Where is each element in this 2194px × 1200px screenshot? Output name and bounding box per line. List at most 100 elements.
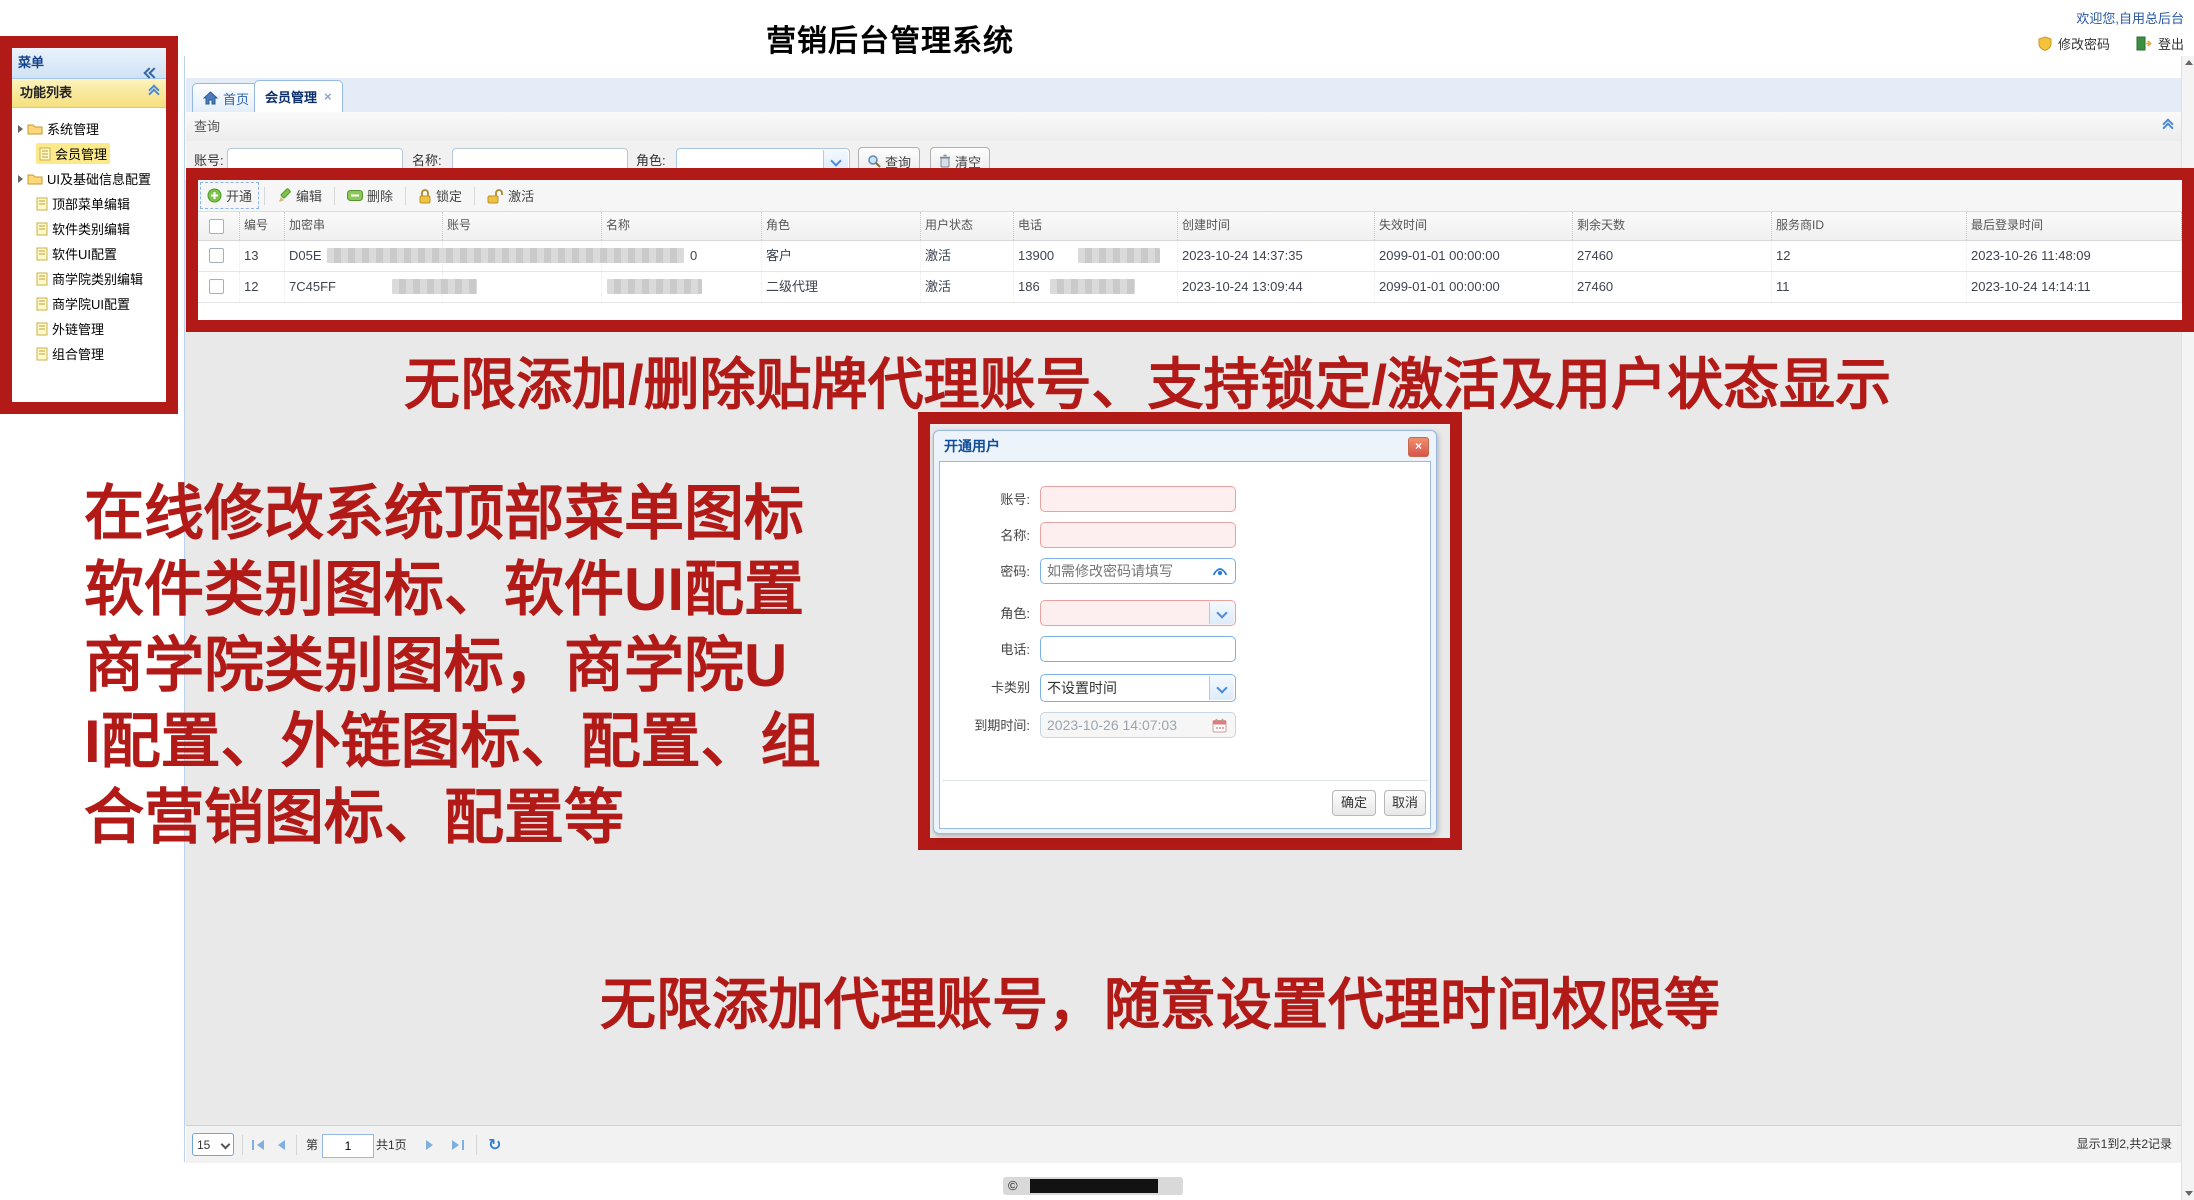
name-input[interactable] (452, 148, 628, 171)
chevron-down-icon[interactable] (1209, 676, 1234, 700)
sidebar-item-software-category-edit[interactable]: 软件类别编辑 (12, 216, 166, 241)
col-phone[interactable]: 电话 (1014, 212, 1178, 240)
page-size-select[interactable]: 15 (192, 1133, 234, 1156)
shield-icon (2038, 36, 2052, 51)
sidebar-item-school-ui-config[interactable]: 商学院UI配置 (12, 291, 166, 316)
col-provider-id[interactable]: 服务商ID (1772, 212, 1967, 240)
refresh-icon: ↻ (488, 1135, 501, 1155)
doc-icon (36, 197, 48, 211)
row-checkbox[interactable] (209, 248, 224, 263)
function-list-header[interactable]: 功能列表 (12, 79, 166, 108)
collapse-up-icon[interactable] (150, 90, 158, 98)
col-id[interactable]: 编号 (240, 212, 285, 240)
password-field[interactable] (1040, 558, 1236, 584)
query-panel-header: 查询 (186, 112, 2186, 142)
panel-collapse-icon[interactable] (2164, 124, 2172, 132)
home-icon (203, 91, 218, 105)
divider (476, 1135, 477, 1155)
sidebar-item-external-link[interactable]: 外链管理 (12, 316, 166, 341)
card-type-label: 卡类别 (940, 674, 1030, 702)
close-icon: × (1415, 439, 1422, 453)
cell-id: 12 (240, 272, 285, 302)
tab-home[interactable]: 首页 (192, 83, 260, 113)
cell-expire: 2099-01-01 00:00:00 (1375, 241, 1573, 271)
account-field[interactable] (1040, 486, 1236, 512)
sidebar-item-member-management[interactable]: 会员管理 (12, 141, 166, 166)
last-page-button[interactable] (452, 1126, 464, 1163)
name-label: 名称: (940, 522, 1030, 550)
col-role[interactable]: 角色 (762, 212, 921, 240)
sidebar-item-top-menu-edit[interactable]: 顶部菜单编辑 (12, 191, 166, 216)
col-last-login[interactable]: 最后登录时间 (1967, 212, 2182, 240)
cancel-button[interactable]: 取消 (1384, 790, 1426, 816)
account-input[interactable] (227, 148, 403, 171)
col-encrypted[interactable]: 加密串 (285, 212, 443, 240)
dialog-name-row: 名称: (940, 522, 1430, 552)
divider (264, 187, 265, 205)
toolbar-lock-button[interactable]: 锁定 (411, 182, 469, 209)
divider (405, 187, 406, 205)
annotation-table-note: 无限添加/删除贴牌代理账号、支持锁定/激活及用户状态显示 (404, 340, 1891, 421)
toolbar-delete-button[interactable]: 删除 (340, 182, 400, 209)
search-button[interactable]: 查询 (858, 147, 920, 175)
scroll-down-arrow[interactable] (2185, 1191, 2193, 1196)
dialog-close-button[interactable]: × (1408, 437, 1429, 457)
cell-provider-id: 12 (1772, 241, 1967, 271)
phone-field[interactable] (1040, 636, 1236, 662)
remove-icon (347, 190, 363, 201)
page-number-input[interactable] (322, 1134, 374, 1158)
change-password-link[interactable]: 修改密码 (2058, 34, 2110, 53)
search-icon (867, 154, 881, 168)
chevron-down-icon[interactable] (823, 150, 848, 171)
refresh-button[interactable]: ↻ (488, 1126, 501, 1163)
table-row[interactable]: 13 D05E 客户 激活 13900 2023-10-24 14:37:35 … (198, 241, 2182, 272)
col-expire[interactable]: 失效时间 (1375, 212, 1573, 240)
sidebar-item-software-ui-config[interactable]: 软件UI配置 (12, 241, 166, 266)
pagination-bar: 15 第 共1页 ↻ 显示1到2,共2记录 (186, 1125, 2186, 1163)
col-created[interactable]: 创建时间 (1178, 212, 1375, 240)
sidebar-item-combo-management[interactable]: 组合管理 (12, 341, 166, 366)
col-account[interactable]: 账号 (443, 212, 602, 240)
sidebar-item-school-category-edit[interactable]: 商学院类别编辑 (12, 266, 166, 291)
close-icon[interactable]: × (324, 89, 332, 104)
calendar-icon[interactable] (1212, 718, 1227, 733)
col-name[interactable]: 名称 (602, 212, 762, 240)
scroll-up-arrow[interactable] (2185, 60, 2193, 65)
card-type-select[interactable]: 不设置时间 (1040, 674, 1236, 702)
expand-icon[interactable] (18, 175, 23, 183)
prev-page-button[interactable] (278, 1126, 285, 1163)
first-page-button[interactable] (252, 1126, 264, 1163)
toolbar-open-button[interactable]: 开通 (200, 182, 259, 209)
sidebar-item-system-management[interactable]: 系统管理 (12, 116, 166, 141)
eye-icon[interactable] (1212, 566, 1228, 577)
cell-role: 客户 (762, 241, 921, 271)
next-page-button[interactable] (426, 1126, 433, 1163)
chevron-down-icon[interactable] (1209, 602, 1234, 624)
dialog-password-row: 密码: (940, 558, 1430, 588)
clear-button[interactable]: 清空 (930, 147, 990, 175)
annotation-bottom-note: 无限添加代理账号，随意设置代理时间权限等 (600, 960, 1720, 1041)
copyright-symbol: © (1008, 1178, 1018, 1193)
ok-button[interactable]: 确定 (1332, 790, 1376, 816)
tab-member-management[interactable]: 会员管理 × (254, 80, 343, 113)
scrollbar[interactable] (2181, 56, 2194, 1200)
col-days-left[interactable]: 剩余天数 (1573, 212, 1772, 240)
name-field[interactable] (1040, 522, 1236, 548)
logout-link[interactable]: 登出 (2158, 34, 2184, 53)
role-select[interactable] (1040, 600, 1236, 626)
select-all-checkbox[interactable] (209, 219, 224, 234)
role-select[interactable] (676, 148, 850, 173)
dialog-account-row: 账号: (940, 486, 1430, 516)
name-label: 名称: (412, 141, 442, 180)
toolbar-edit-button[interactable]: 编辑 (270, 182, 329, 209)
expand-icon[interactable] (18, 125, 23, 133)
toolbar-activate-button[interactable]: 激活 (480, 182, 541, 209)
doc-icon (36, 322, 48, 336)
row-checkbox[interactable] (209, 279, 224, 294)
table-row[interactable]: 12 7C45FF 二级代理 激活 186 2023-10-24 13:09:4… (198, 272, 2182, 303)
grid-header-row: 编号 加密串 账号 名称 角色 用户状态 电话 创建时间 失效时间 剩余天数 服… (198, 212, 2182, 241)
chevron-down-icon (221, 1140, 231, 1150)
col-status[interactable]: 用户状态 (921, 212, 1014, 240)
expire-date-field[interactable] (1040, 712, 1236, 738)
sidebar-item-ui-config[interactable]: UI及基础信息配置 (12, 166, 166, 191)
